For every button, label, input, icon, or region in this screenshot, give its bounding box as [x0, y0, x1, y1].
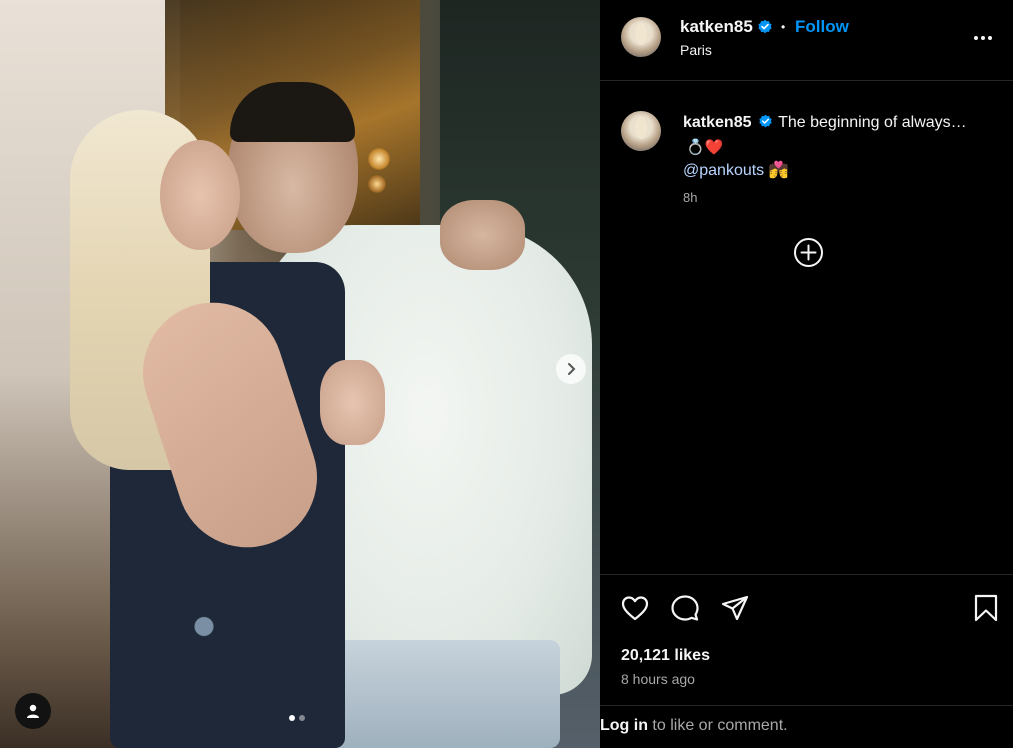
carousel-dot-active [289, 715, 295, 721]
share-icon [721, 595, 749, 621]
verified-badge-icon [757, 19, 773, 35]
carousel-indicator [289, 715, 305, 721]
author-avatar[interactable] [621, 17, 661, 57]
post-header: katken85 • Follow Paris [600, 0, 1013, 81]
post-location[interactable]: Paris [680, 42, 712, 58]
more-options-icon [974, 36, 992, 40]
photo-lamp [368, 175, 386, 193]
bookmark-icon [974, 594, 998, 622]
verified-badge-icon [758, 114, 773, 129]
heart-icon [621, 596, 649, 621]
caption-timestamp: 8h [683, 190, 698, 205]
carousel-next-button[interactable] [556, 354, 586, 384]
carousel-dot [299, 715, 305, 721]
load-more-comments-button[interactable] [793, 237, 824, 268]
header-separator: • [781, 20, 786, 34]
caption-mention-line: @pankouts 💏 [683, 160, 789, 180]
login-prompt-text: to like or comment. [647, 717, 788, 734]
follow-button[interactable]: Follow [795, 17, 849, 37]
caption-text: The beginning of always… [778, 114, 967, 132]
post-side-panel: katken85 • Follow Paris katken85 The beg… [600, 0, 1013, 748]
likes-count[interactable]: 20,121 likes [621, 647, 710, 665]
caption-username[interactable]: katken85 [683, 114, 752, 131]
caption-mention-emoji: 💏 [768, 162, 789, 179]
chevron-right-icon [568, 363, 576, 375]
comment-button[interactable] [670, 593, 700, 628]
login-prompt: Log in to like or comment. [600, 705, 1013, 748]
more-options-button[interactable] [972, 27, 994, 54]
post-photo[interactable] [0, 0, 600, 748]
photo-lamp [368, 148, 390, 170]
share-button[interactable] [720, 593, 750, 628]
photo-woman-face [160, 140, 240, 250]
caption-avatar[interactable] [621, 111, 661, 151]
user-tags-button[interactable] [15, 693, 51, 729]
user-tag-icon [27, 704, 39, 718]
plus-circle-icon [794, 238, 823, 267]
save-button[interactable] [972, 593, 1000, 628]
author-username[interactable]: katken85 [680, 17, 753, 37]
post-time-ago[interactable]: 8 hours ago [621, 671, 695, 687]
caption-emoji-line: 💍❤️ [686, 139, 724, 156]
like-button[interactable] [620, 593, 650, 628]
comment-icon [671, 595, 699, 621]
photo-woman-hand [320, 360, 385, 445]
login-link[interactable]: Log in [600, 717, 648, 734]
caption-text-line: katken85 The beginning of always… [683, 114, 967, 132]
caption-mention-link[interactable]: @pankouts [683, 162, 764, 179]
post-actions: 20,121 likes 8 hours ago [600, 574, 1013, 705]
photo-man-hand [440, 200, 525, 270]
